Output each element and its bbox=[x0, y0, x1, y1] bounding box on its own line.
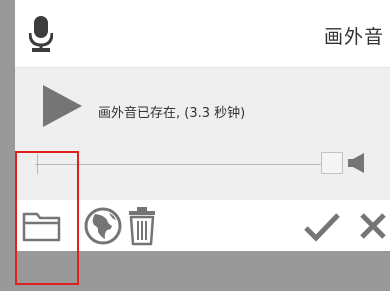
voiceover-dialog: 画外音 画外音已存在, (3.3 秒钟) bbox=[15, 0, 390, 251]
slider-start-marker bbox=[37, 154, 38, 174]
slider-thumb[interactable] bbox=[321, 152, 343, 174]
playback-slider[interactable] bbox=[35, 152, 343, 178]
globe-icon[interactable] bbox=[83, 206, 125, 246]
speaker-icon[interactable] bbox=[347, 152, 367, 174]
play-icon bbox=[43, 85, 82, 127]
dialog-title: 画外音 bbox=[323, 26, 384, 48]
play-button[interactable] bbox=[40, 84, 84, 128]
trash-icon[interactable] bbox=[127, 206, 157, 246]
folder-icon[interactable] bbox=[21, 206, 63, 246]
dialog-header: 画外音 bbox=[15, 0, 390, 68]
voiceover-status-text: 画外音已存在, (3.3 秒钟) bbox=[98, 106, 246, 121]
screen: 画外音 画外音已存在, (3.3 秒钟) bbox=[0, 0, 390, 291]
toolbar bbox=[15, 200, 390, 251]
close-icon[interactable] bbox=[357, 206, 389, 246]
player-panel: 画外音已存在, (3.3 秒钟) bbox=[15, 68, 390, 200]
slider-track bbox=[35, 164, 343, 165]
microphone-icon bbox=[28, 16, 54, 54]
checkmark-icon[interactable] bbox=[303, 206, 341, 246]
